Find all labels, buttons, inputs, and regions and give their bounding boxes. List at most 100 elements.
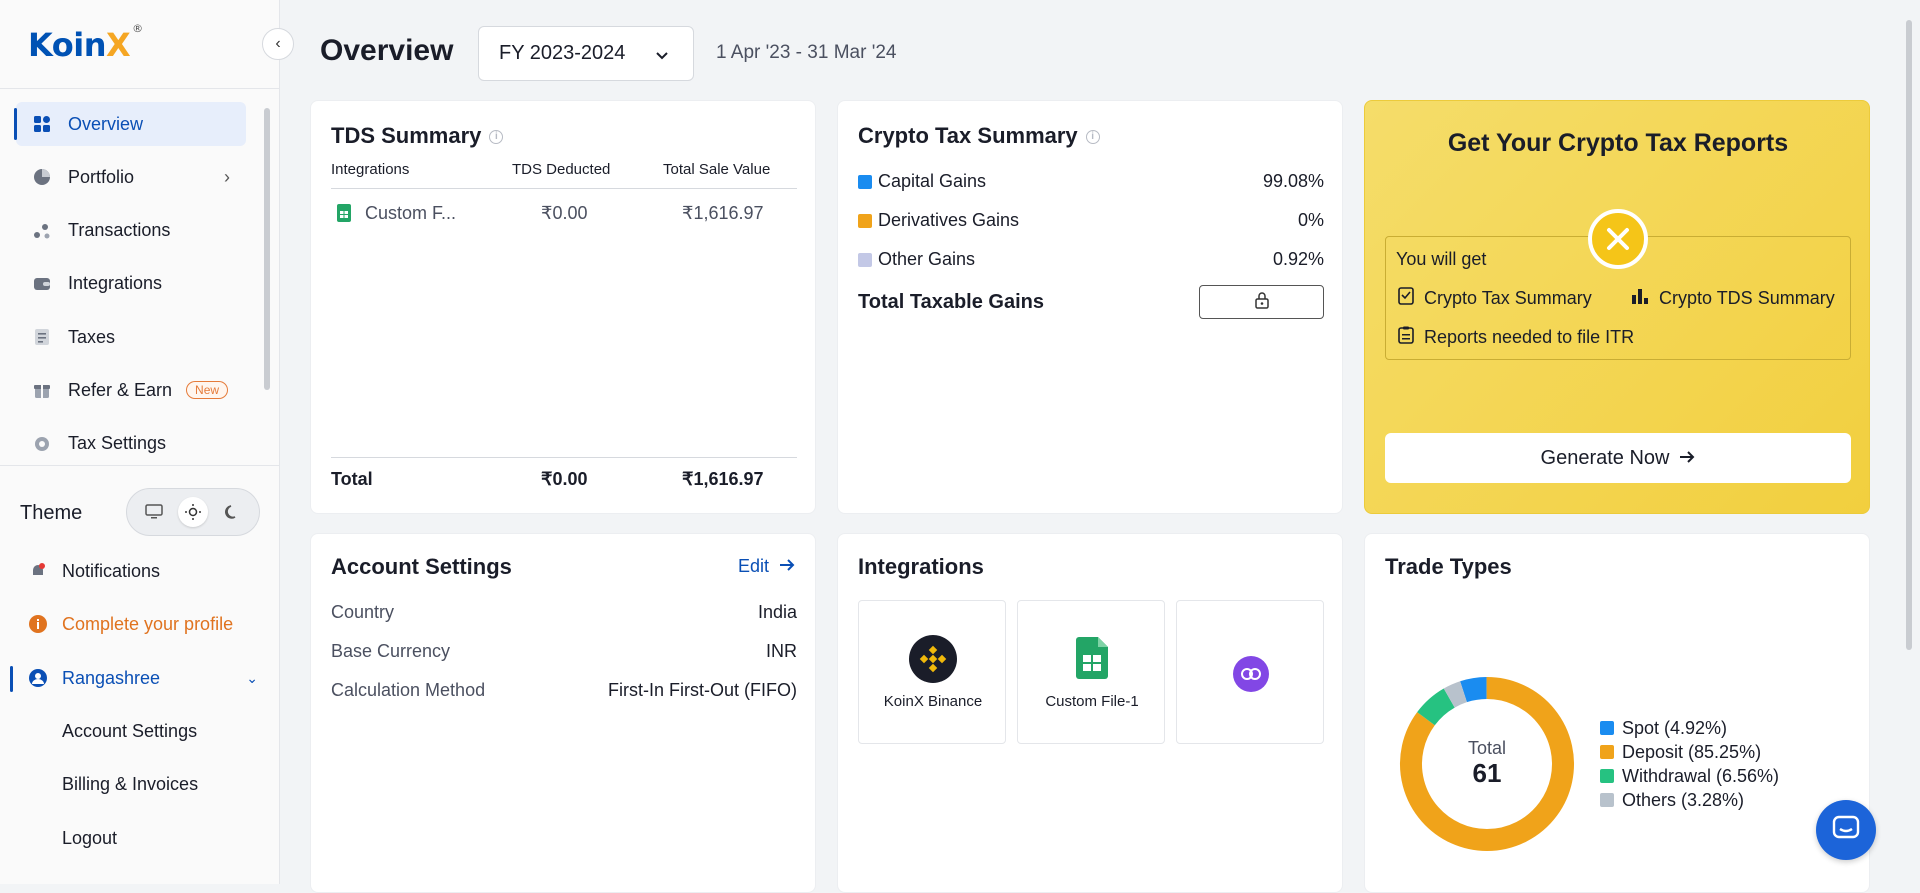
benefit-label: Reports needed to file ITR — [1424, 327, 1635, 347]
tds-value: ₹0.00 — [541, 203, 588, 223]
donut-total-label: Total — [1468, 738, 1506, 758]
setting-label: Country — [331, 602, 395, 622]
divider — [0, 465, 280, 466]
edit-link[interactable]: Edit — [738, 556, 795, 577]
legend-swatch-withdrawal — [1600, 769, 1614, 783]
page-title: Overview — [320, 34, 454, 67]
edit-label: Edit — [737, 556, 769, 576]
integration-tile-binance[interactable]: KoinX Binance — [858, 600, 1006, 744]
fy-selected-value: FY 2023-2024 — [499, 42, 626, 64]
donut-total-value: 61 — [1473, 758, 1502, 788]
derivatives-gains-label: Derivatives Gains — [878, 210, 1020, 230]
user-menu[interactable]: Rangashree ⌄ — [28, 663, 258, 693]
setting-value: First-In First-Out (FIFO) — [608, 680, 797, 700]
complete-profile-label: Complete your profile — [62, 613, 234, 634]
col-integrations: Integrations — [331, 161, 410, 178]
clipboard-icon — [1398, 326, 1414, 349]
sidebar-item-taxes[interactable]: Taxes — [16, 315, 246, 359]
legend-swatch-spot — [1600, 721, 1614, 735]
integration-label: KoinX Binance — [883, 693, 983, 710]
sidebar-scrollbar[interactable] — [264, 108, 270, 390]
moon-icon[interactable] — [217, 497, 247, 527]
total-taxable-label: Total Taxable Gains — [858, 291, 1044, 313]
info-icon[interactable]: i — [1085, 130, 1100, 145]
koinx-badge-icon — [1588, 209, 1648, 269]
sidebar-item-label: Portfolio — [68, 166, 135, 187]
other-gains-value: 0.92% — [1272, 249, 1324, 269]
active-indicator — [10, 666, 13, 692]
integration-tile-polygon[interactable] — [1176, 600, 1324, 744]
notifications-link[interactable]: Notifications — [28, 556, 160, 586]
sidebar-item-tax-settings[interactable]: Tax Settings — [16, 422, 246, 466]
page-scrollbar[interactable] — [1906, 20, 1912, 650]
collapse-sidebar-button[interactable]: ‹ — [262, 28, 294, 60]
chat-icon — [1832, 815, 1860, 846]
gift-icon — [32, 380, 52, 400]
arrow-right-icon — [779, 556, 795, 577]
sidebar-nav: Overview Portfolio › Transactions Integr… — [14, 102, 246, 475]
integration-tile-custom-file[interactable]: Custom File-1 — [1017, 600, 1165, 744]
legend-label-spot: Spot (4.92%) — [1622, 717, 1728, 738]
total-label: Total — [331, 469, 373, 489]
donut-slice-spot[interactable] — [1460, 677, 1488, 703]
theme-toggle — [126, 488, 260, 536]
arrow-right-icon — [1679, 447, 1695, 470]
user-name: Rangashree — [62, 667, 161, 688]
document-icon — [32, 327, 52, 347]
donut-slice-others[interactable] — [1443, 681, 1468, 708]
menu-account-settings[interactable]: Account Settings — [62, 721, 197, 742]
sidebar-item-label: Tax Settings — [68, 433, 167, 454]
transfer-icon — [32, 221, 52, 241]
trade-types-title: Trade Types — [1385, 554, 1512, 579]
capital-gains-swatch — [858, 175, 872, 189]
wallet-icon — [32, 274, 52, 294]
menu-logout[interactable]: Logout — [62, 828, 117, 849]
col-tds-deducted: TDS Deducted — [512, 161, 611, 178]
legend-swatch-others — [1600, 793, 1614, 807]
theme-switcher: Theme — [20, 488, 260, 538]
notifications-label: Notifications — [62, 560, 161, 581]
donut-slice-withdrawal[interactable] — [1417, 688, 1456, 726]
integration-label: Custom File-1 — [1045, 693, 1139, 710]
fy-select[interactable]: FY 2023-2024 — [478, 26, 694, 81]
chevron-down-icon: ⌄ — [246, 669, 258, 686]
sidebar-item-overview[interactable]: Overview — [14, 102, 246, 146]
spreadsheet-icon — [1076, 637, 1108, 684]
tax-doc-icon — [1398, 287, 1414, 310]
trade-types-donut: Total 61 — [1400, 677, 1574, 851]
info-icon[interactable]: i — [489, 130, 504, 145]
legend-label-deposit: Deposit (85.25%) — [1622, 741, 1762, 762]
generate-now-button[interactable]: Generate Now — [1385, 433, 1851, 483]
new-badge: New — [186, 381, 229, 400]
complete-profile-link[interactable]: Complete your profile — [28, 609, 233, 639]
gear-icon — [32, 434, 52, 454]
tds-title: TDS Summary i — [331, 123, 504, 149]
sidebar-item-transactions[interactable]: Transactions — [16, 209, 246, 253]
integration-name: Custom F... — [365, 203, 457, 223]
koinx-logo[interactable]: KoinX ® — [28, 22, 143, 64]
sidebar-item-label: Taxes — [68, 326, 116, 347]
settings-row: Country India — [331, 602, 797, 626]
legend-label-others: Others (3.28%) — [1622, 789, 1745, 810]
monitor-icon[interactable] — [139, 497, 169, 527]
benefit-item: Crypto TDS Summary — [1631, 287, 1835, 310]
divider — [331, 188, 797, 189]
derivatives-gains-value: 0% — [1297, 210, 1324, 230]
binance-icon — [909, 635, 957, 683]
settings-row: Base Currency INR — [331, 641, 797, 665]
benefit-label: Crypto Tax Summary — [1424, 288, 1592, 308]
sun-icon[interactable] — [177, 497, 208, 527]
info-circle-icon — [28, 614, 48, 634]
grid-icon — [32, 114, 52, 134]
menu-billing-invoices[interactable]: Billing & Invoices — [62, 774, 198, 795]
user-avatar-icon — [28, 668, 48, 688]
pie-chart-icon — [32, 167, 52, 187]
locked-value-button[interactable] — [1199, 285, 1324, 319]
sidebar-item-integrations[interactable]: Integrations — [16, 262, 246, 306]
table-row[interactable]: Custom F... ₹0.00 ₹1,616.97 — [331, 201, 797, 231]
sidebar-item-refer-earn[interactable]: Refer & Earn New — [16, 368, 246, 412]
sidebar-item-portfolio[interactable]: Portfolio › — [16, 155, 246, 199]
bar-chart-icon — [1631, 287, 1649, 310]
col-total-sale: Total Sale Value — [663, 161, 771, 178]
chat-button[interactable] — [1816, 800, 1876, 860]
